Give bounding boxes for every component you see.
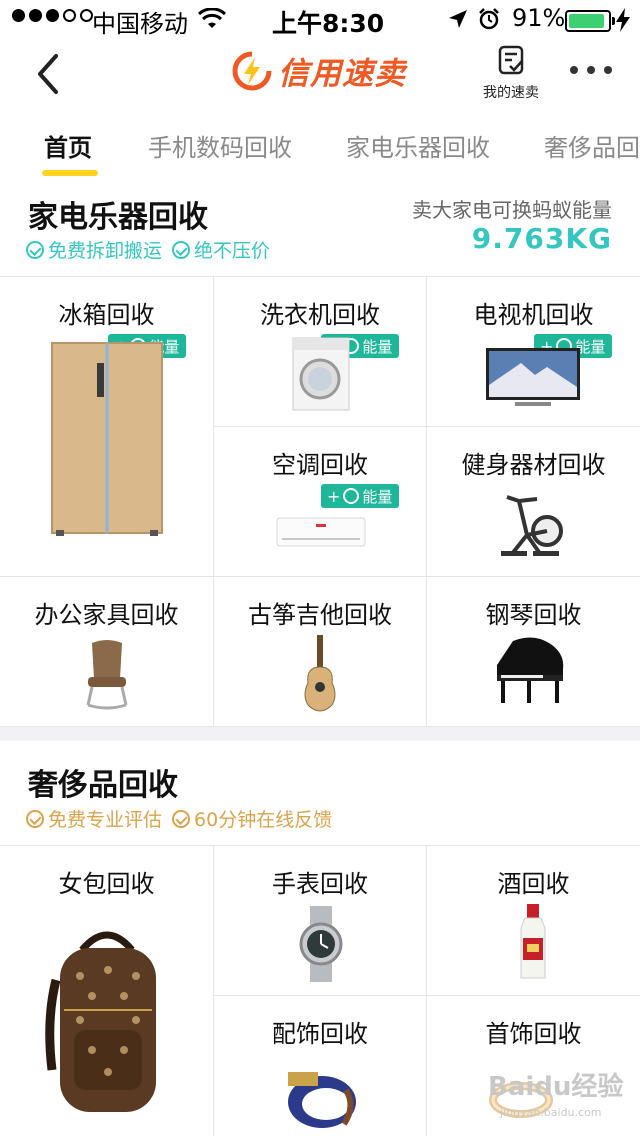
item-label: 电视机回收 [473, 301, 594, 329]
luxury-section-title: 奢侈品回收 [28, 768, 178, 803]
refrigerator-icon [51, 342, 163, 536]
item-exercise-equipment[interactable]: 健身器材回收 [427, 427, 640, 577]
alarm-icon [479, 8, 499, 30]
my-orders-label: 我的速卖 [483, 85, 539, 101]
signal-dots-icon [12, 9, 93, 22]
luxury-perks: 免费专业评估 60分钟在线反馈 [26, 805, 332, 832]
item-label: 空调回收 [272, 451, 368, 479]
energy-badge: +能量 [321, 484, 400, 508]
tab-appliances-instruments[interactable]: 家电乐器回收 [346, 128, 490, 163]
exercise-bike-icon [501, 495, 563, 557]
appliances-perks: 免费拆卸搬运 绝不压价 [26, 236, 270, 263]
perk-text: 免费拆卸搬运 [48, 240, 163, 262]
liquor-bottle-icon [520, 904, 546, 979]
item-liquor[interactable]: 酒回收 [427, 846, 640, 996]
check-circle-icon [26, 240, 44, 259]
check-circle-icon [26, 809, 44, 828]
item-label: 女包回收 [58, 870, 155, 898]
active-tab-indicator [42, 170, 98, 176]
backpack-icon [45, 931, 156, 1112]
wifi-icon [198, 8, 226, 28]
perk-item: 免费专业评估 [26, 805, 162, 832]
tab-home[interactable]: 首页 [44, 128, 92, 163]
item-label: 酒回收 [497, 870, 570, 898]
item-refrigerator[interactable]: 冰箱回收 +能量 [0, 277, 214, 577]
office-chair-icon [86, 640, 128, 710]
more-dots-icon[interactable] [570, 66, 612, 74]
item-washing-machine[interactable]: 洗衣机回收 +能量 [214, 277, 427, 427]
item-accessories[interactable]: 配饰回收 [214, 996, 427, 1136]
perk-item: 60分钟在线反馈 [172, 805, 332, 832]
energy-promo-label: 卖大家电可换蚂蚁能量 [412, 198, 612, 222]
perk-item: 绝不压价 [172, 236, 270, 263]
television-icon [486, 348, 580, 406]
item-label: 手表回收 [272, 870, 368, 898]
grand-piano-icon [497, 637, 564, 703]
perk-text: 免费专业评估 [48, 809, 163, 831]
energy-promo-value: 9.763KG [471, 222, 612, 255]
status-bar: 中国移动 上午8:30 91% [0, 0, 640, 40]
watermark-logo: Baidu经验 [488, 1072, 624, 1102]
item-air-conditioner[interactable]: 空调回收 + 能量 [214, 427, 427, 577]
item-label: 洗衣机回收 [260, 301, 380, 329]
item-watch[interactable]: 手表回收 [214, 846, 427, 996]
carrier-name: 中国移动 [92, 10, 188, 38]
badge-label: 能量 [362, 337, 393, 356]
item-label: 冰箱回收 [58, 301, 155, 329]
tab-luxury[interactable]: 奢侈品回 [544, 128, 640, 163]
section-divider [0, 727, 640, 741]
item-label: 健身器材回收 [461, 451, 606, 479]
clipboard-check-icon [498, 45, 524, 75]
item-label: 配饰回收 [272, 1020, 368, 1048]
tab-phone-digital[interactable]: 手机数码回收 [148, 128, 292, 163]
guitar-icon [304, 635, 336, 712]
location-arrow-icon [449, 10, 467, 28]
perk-text: 绝不压价 [194, 240, 271, 262]
my-orders-button[interactable]: 我的速卖 [476, 44, 546, 102]
check-circle-icon [172, 809, 191, 828]
navigation-bar: 信用速卖 我的速卖 [0, 40, 640, 108]
item-label: 古筝吉他回收 [248, 601, 392, 629]
item-label: 钢琴回收 [485, 601, 582, 629]
watch-icon [299, 906, 343, 982]
energy-icon [343, 488, 360, 504]
item-guzheng-guitar[interactable]: 古筝吉他回收 [214, 577, 427, 727]
lightning-logo-icon [232, 51, 272, 90]
item-piano[interactable]: 钢琴回收 [427, 577, 640, 727]
battery-icon [565, 10, 615, 32]
brand-logo: 信用速卖 [232, 48, 406, 93]
item-label: 办公家具回收 [34, 601, 179, 629]
check-circle-icon [172, 240, 191, 259]
perk-text: 60分钟在线反馈 [194, 809, 333, 831]
category-tabs: 首页 手机数码回收 家电乐器回收 奢侈品回 [0, 112, 640, 178]
watermark-url: jingyan.baidu.com [500, 1106, 602, 1119]
air-conditioner-icon [276, 517, 366, 547]
item-label: 首饰回收 [485, 1020, 582, 1048]
chevron-left-icon[interactable] [30, 52, 70, 96]
item-office-furniture[interactable]: 办公家具回收 [0, 577, 214, 727]
brand-name: 信用速卖 [278, 56, 406, 92]
clock: 上午8:30 [272, 9, 385, 38]
item-handbag[interactable]: 女包回收 [0, 846, 214, 1136]
appliances-section-title: 家电乐器回收 [28, 200, 208, 235]
charging-bolt-icon [616, 8, 630, 32]
battery-percent: 91% [512, 4, 566, 32]
badge-label: 能量 [362, 487, 393, 506]
bracelet-icon [288, 1072, 356, 1128]
perk-item: 免费拆卸搬运 [26, 236, 162, 263]
washing-machine-icon [292, 337, 350, 411]
item-television[interactable]: 电视机回收 + 能量 [427, 277, 640, 427]
